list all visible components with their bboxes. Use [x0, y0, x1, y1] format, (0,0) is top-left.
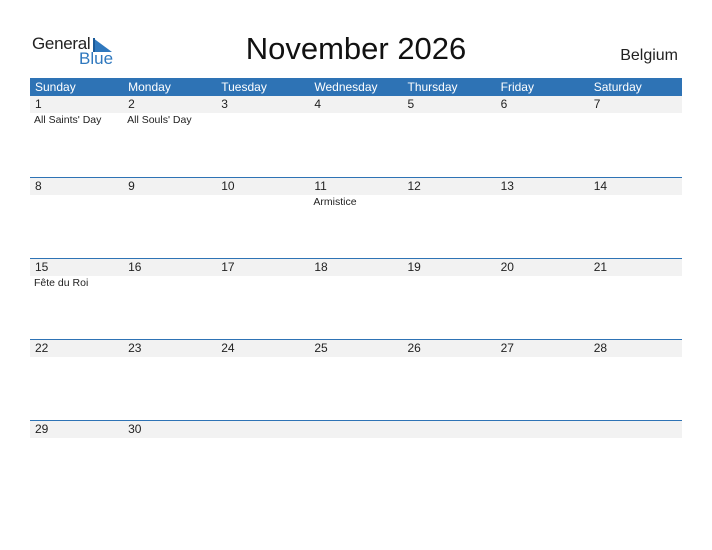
weekday-monday: Monday	[128, 80, 171, 94]
holiday-label: Fête du Roi	[34, 277, 89, 289]
weekday-friday: Friday	[500, 80, 534, 94]
day-number: 17	[221, 260, 235, 274]
day-number: 5	[407, 97, 415, 111]
day-number: 18	[314, 260, 328, 274]
day-number: 26	[407, 341, 421, 355]
day-number: 21	[593, 260, 608, 274]
day-number: 11	[314, 179, 327, 193]
day-number: 13	[500, 179, 514, 193]
weekday-tuesday: Tuesday	[221, 80, 267, 94]
day-number: 12	[407, 179, 421, 193]
holiday-label	[589, 195, 682, 209]
holiday-label	[589, 276, 682, 290]
holiday-label: All Saints' Day	[34, 114, 102, 126]
day-number: 1	[35, 97, 42, 111]
page-title: November 2026	[245, 31, 467, 66]
date-strip: 8 9 10 11 12 13 14	[30, 178, 682, 195]
country-label: Belgium	[620, 47, 678, 64]
day-number	[403, 421, 496, 438]
day-number: 28	[593, 341, 608, 355]
day-number: 6	[500, 97, 508, 111]
week-row: 22 23 24 25 26 27 28	[30, 339, 682, 420]
holiday-label	[403, 113, 496, 127]
day-number: 2	[128, 97, 135, 111]
day-number: 30	[128, 422, 142, 436]
holiday-label	[309, 276, 402, 290]
holiday-label	[403, 195, 496, 209]
week-row: 1 2 3 4 5 6 7 All Saints' Day All Souls' Day	[30, 96, 682, 177]
date-strip: 22 23 24 25 26 27 28	[30, 340, 682, 357]
day-number: 9	[128, 179, 135, 193]
day-number: 22	[35, 341, 49, 355]
day-number: 24	[221, 341, 235, 355]
day-number: 20	[500, 260, 514, 274]
weekday-saturday: Saturday	[593, 80, 642, 94]
week-row: 15 16 17 18 19 20 21 Fête du Roi	[30, 258, 682, 339]
week-row: 8 9 10 11 12 13 14 Armistice	[30, 177, 682, 258]
holiday-label	[496, 276, 589, 290]
day-number	[216, 421, 309, 438]
day-number: 16	[128, 260, 142, 274]
day-number: 23	[128, 341, 142, 355]
holiday-label	[123, 276, 216, 290]
day-number	[309, 421, 402, 438]
day-number: 27	[500, 341, 514, 355]
day-number: 29	[35, 422, 49, 436]
weekday-sunday: Sunday	[35, 80, 76, 94]
holiday-label	[309, 113, 402, 127]
holiday-label	[123, 195, 216, 209]
calendar-grid: Sunday Monday Tuesday Wednesday Thursday…	[30, 78, 682, 501]
date-strip: 15 16 17 18 19 20 21	[30, 259, 682, 276]
events-row: Armistice	[30, 195, 682, 209]
holiday-label	[216, 276, 309, 290]
week-row: 29 30	[30, 420, 682, 501]
day-number: 4	[314, 97, 322, 111]
events-row: All Saints' Day All Souls' Day	[30, 113, 682, 127]
holiday-label	[30, 195, 123, 209]
weekday-header: Sunday Monday Tuesday Wednesday Thursday…	[30, 78, 682, 96]
holiday-label	[216, 195, 309, 209]
date-strip: 1 2 3 4 5 6 7	[30, 96, 682, 113]
holiday-label	[589, 113, 682, 127]
holiday-label	[403, 276, 496, 290]
holiday-label: All Souls' Day	[127, 114, 192, 126]
holiday-label: Armistice	[313, 196, 357, 208]
day-number	[496, 421, 589, 438]
holiday-label	[496, 113, 589, 127]
day-number: 15	[35, 260, 49, 274]
date-strip: 29 30	[30, 421, 682, 438]
weekday-wednesday: Wednesday	[314, 80, 378, 94]
day-number: 3	[221, 97, 228, 111]
day-number: 25	[314, 341, 328, 355]
weekday-thursday: Thursday	[407, 80, 458, 94]
day-number: 10	[221, 179, 235, 193]
day-number: 7	[593, 97, 601, 111]
day-number: 14	[593, 179, 608, 193]
events-row: Fête du Roi	[30, 276, 682, 290]
holiday-label	[496, 195, 589, 209]
holiday-label	[216, 113, 309, 127]
day-number	[589, 421, 682, 438]
day-number: 8	[35, 179, 42, 193]
day-number: 19	[407, 260, 421, 274]
